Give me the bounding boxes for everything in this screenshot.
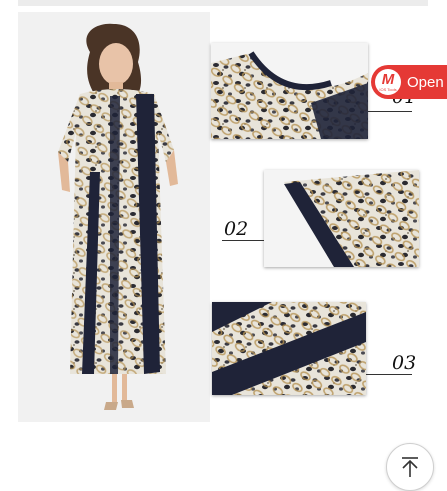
detail-image-sleeve (264, 170, 419, 267)
open-label: Open (407, 73, 444, 91)
scroll-to-top-button[interactable] (386, 443, 434, 491)
detail-image-neckline (211, 43, 368, 139)
arrow-up-icon (402, 457, 418, 477)
app-logo-caption: IOS Tools (379, 86, 397, 92)
detail-pointer-line (368, 111, 412, 112)
detail-pointer-line (366, 374, 412, 375)
model-photo (18, 12, 210, 422)
top-image-strip (18, 0, 428, 6)
app-logo-icon: M IOS Tools (375, 69, 401, 95)
detail-image-fabric (212, 302, 366, 395)
detail-number-03: 03 (392, 352, 417, 374)
open-app-button[interactable]: M IOS Tools Open (371, 65, 447, 99)
detail-number-02: 02 (224, 218, 249, 240)
detail-pointer-line (222, 240, 264, 241)
app-logo-letter: M (381, 70, 395, 88)
